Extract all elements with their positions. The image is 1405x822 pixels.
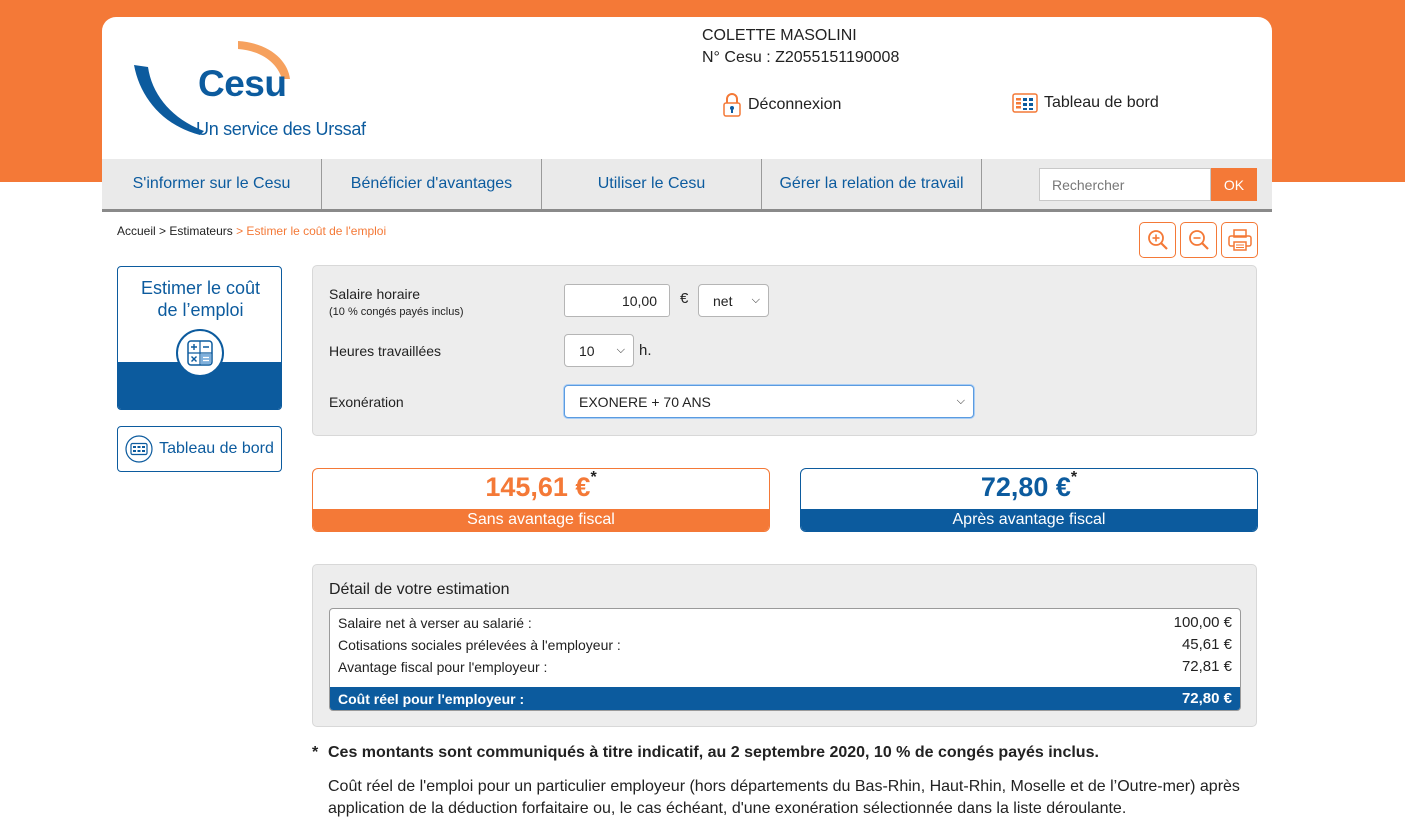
- nav-item-avantages[interactable]: Bénéficier d'avantages: [322, 159, 542, 209]
- estimation-detail: Détail de votre estimation Salaire net à…: [312, 564, 1257, 727]
- logout-link[interactable]: Déconnexion: [722, 93, 841, 117]
- dashboard-icon: [125, 435, 153, 463]
- exoneration-value: EXONERE + 70 ANS: [579, 393, 711, 410]
- detail-row: Avantage fiscal pour l'employeur : 72,81…: [330, 656, 1240, 678]
- detail-title: Détail de votre estimation: [329, 581, 510, 598]
- breadcrumb-estimateurs[interactable]: Estimateurs: [169, 224, 232, 238]
- logo-tagline: Un service des Urssaf: [196, 119, 366, 139]
- estimator-card-title-line1: Estimer le coût: [140, 278, 261, 298]
- nav-item-utiliser[interactable]: Utiliser le Cesu: [542, 159, 762, 209]
- hours-select[interactable]: 10 ⌵: [564, 334, 634, 367]
- result-with-tax: 72,80 €* Après avantage fiscal: [800, 468, 1258, 532]
- wage-type-select[interactable]: net ⌵: [698, 284, 769, 317]
- result-without-tax-value: 145,61 €: [485, 472, 591, 502]
- exoneration-select[interactable]: EXONERE + 70 ANS ⌵: [564, 385, 974, 418]
- result-footnote-star: *: [1070, 469, 1078, 486]
- result-without-tax-label: Sans avantage fiscal: [313, 509, 769, 531]
- breadcrumb: Accueil > Estimateurs > Estimer le coût …: [117, 224, 386, 238]
- breadcrumb-current: > Estimer le coût de l'emploi: [236, 224, 387, 238]
- cesu-number: N° Cesu : Z2055151190008: [702, 49, 900, 66]
- result-with-tax-value: 72,80 €: [980, 472, 1071, 502]
- zoom-in-button[interactable]: [1139, 222, 1176, 258]
- nav-item-informer[interactable]: S'informer sur le Cesu: [102, 159, 322, 209]
- hourly-wage-label: Salaire horaire: [329, 286, 421, 302]
- estimator-card-title-line2: de l’emploi: [157, 300, 244, 320]
- result-with-tax-amount: 72,80 €*: [801, 469, 1257, 503]
- wage-type-value: net: [713, 292, 733, 309]
- detail-row-value: 45,61 €: [1181, 636, 1232, 653]
- user-name: COLETTE MASOLINI: [702, 27, 857, 44]
- note-star: *: [312, 744, 319, 761]
- estimator-card[interactable]: Estimer le coût de l’emploi: [117, 266, 282, 410]
- detail-row-value: 72,81 €: [1181, 658, 1232, 675]
- search-input[interactable]: [1039, 168, 1211, 201]
- zoom-out-button[interactable]: [1180, 222, 1217, 258]
- detail-row-label: Salaire net à verser au salarié :: [338, 615, 532, 631]
- chevron-down-icon: ⌵: [751, 294, 760, 306]
- detail-total-value: 72,80 €: [1181, 690, 1232, 707]
- note-explanation: Coût réel de l'emploi pour un particulie…: [328, 778, 1240, 817]
- hours-unit: h.: [639, 342, 652, 359]
- dashboard-icon: [1012, 93, 1038, 113]
- logout-label: Déconnexion: [748, 96, 842, 113]
- detail-row-label: Avantage fiscal pour l'employeur :: [338, 659, 548, 675]
- zoom-in-icon: [1147, 230, 1168, 250]
- page-container: Cesu Un service des Urssaf COLETTE MASOL…: [102, 17, 1272, 822]
- result-without-tax-amount: 145,61 €*: [313, 469, 769, 503]
- print-button[interactable]: [1221, 222, 1258, 258]
- result-footnote-star: *: [590, 469, 597, 486]
- currency-symbol: €: [680, 290, 689, 307]
- calculator-icon: [176, 329, 224, 377]
- estimator-form: Salaire horaire (10 % congés payés inclu…: [312, 265, 1257, 436]
- hourly-wage-input[interactable]: [564, 284, 670, 317]
- sidebar-dashboard-button[interactable]: Tableau de bord: [117, 426, 282, 472]
- padlock-icon: [723, 93, 741, 117]
- chevron-down-icon: ⌵: [616, 344, 625, 356]
- hours-value: 10: [579, 342, 595, 359]
- detail-row-label: Cotisations sociales prélevées à l'emplo…: [338, 637, 621, 653]
- main-nav: S'informer sur le Cesu Bénéficier d'avan…: [102, 159, 1272, 212]
- hours-label: Heures travaillées: [329, 343, 442, 359]
- note-disclaimer: Ces montants sont communiqués à titre in…: [328, 744, 1099, 761]
- zoom-out-icon: [1188, 230, 1209, 250]
- estimator-card-title: Estimer le coût de l’emploi: [118, 277, 281, 321]
- cesu-logo[interactable]: Cesu Un service des Urssaf: [132, 39, 372, 139]
- breadcrumb-separator: >: [159, 224, 167, 238]
- dashboard-label: Tableau de bord: [1044, 94, 1159, 111]
- detail-total-label: Coût réel pour l'employeur :: [338, 691, 525, 707]
- hourly-wage-sublabel: (10 % congés payés inclus): [329, 306, 464, 318]
- sidebar-dashboard-label: Tableau de bord: [159, 440, 274, 457]
- exoneration-label: Exonération: [329, 394, 404, 410]
- result-without-tax: 145,61 €* Sans avantage fiscal: [312, 468, 770, 532]
- breadcrumb-home[interactable]: Accueil: [117, 224, 156, 238]
- logo-wordmark: Cesu: [198, 63, 287, 104]
- detail-row-value: 100,00 €: [1173, 614, 1232, 631]
- dashboard-link[interactable]: Tableau de bord: [1012, 93, 1159, 113]
- result-with-tax-label: Après avantage fiscal: [801, 509, 1257, 531]
- detail-row: Cotisations sociales prélevées à l'emplo…: [330, 634, 1240, 656]
- detail-row: Salaire net à verser au salarié : 100,00…: [330, 612, 1240, 634]
- printer-icon: [1227, 229, 1252, 251]
- detail-total-row: Coût réel pour l'employeur : 72,80 €: [330, 687, 1240, 710]
- search-ok-button[interactable]: OK: [1211, 168, 1257, 201]
- chevron-down-icon: ⌵: [956, 395, 965, 407]
- nav-item-relation[interactable]: Gérer la relation de travail: [762, 159, 982, 209]
- detail-table: Salaire net à verser au salarié : 100,00…: [329, 608, 1241, 711]
